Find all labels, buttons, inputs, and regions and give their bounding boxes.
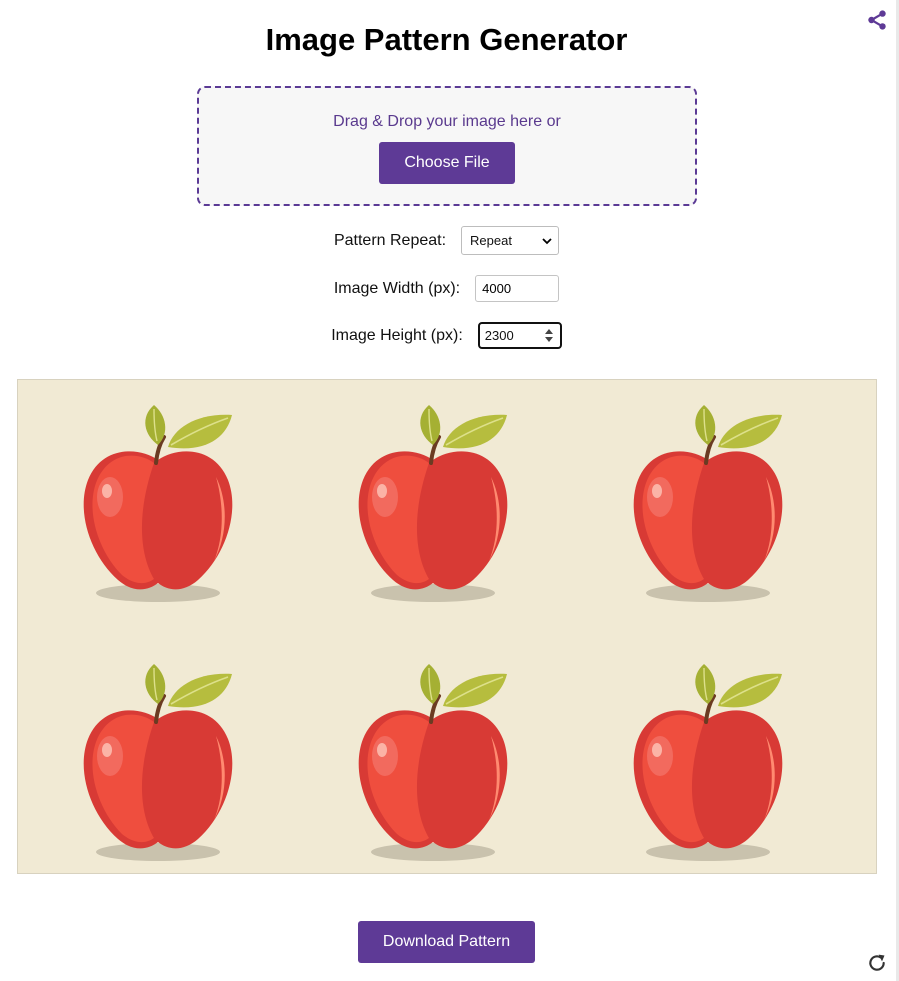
apple-icon: [356, 664, 510, 863]
apple-icon: [81, 405, 235, 604]
image-width-row: Image Width (px):: [0, 275, 893, 302]
pattern-repeat-select[interactable]: Repeat: [461, 226, 560, 255]
image-height-input[interactable]: 2300: [477, 322, 562, 349]
page: Image Pattern Generator Drag & Drop your…: [0, 0, 899, 981]
refresh-icon[interactable]: [867, 953, 887, 973]
choose-file-button[interactable]: Choose File: [379, 142, 515, 184]
pattern-repeat-value: Repeat: [470, 233, 512, 248]
download-pattern-button[interactable]: Download Pattern: [358, 921, 535, 963]
image-width-input[interactable]: [475, 275, 560, 302]
image-width-label: Image Width (px):: [333, 279, 461, 297]
apple-icon: [81, 664, 235, 863]
apple-icon: [631, 405, 785, 604]
page-title: Image Pattern Generator: [265, 22, 628, 57]
pattern-preview: [17, 379, 877, 874]
spinner-arrows-icon[interactable]: [544, 329, 553, 342]
drop-zone[interactable]: Drag & Drop your image here or Choose Fi…: [197, 86, 697, 206]
image-height-label: Image Height (px):: [331, 326, 463, 344]
pattern-repeat-row: Pattern Repeat: Repeat: [0, 226, 893, 255]
image-height-row: Image Height (px): 2300: [0, 322, 893, 349]
drop-zone-text: Drag & Drop your image here or: [333, 113, 561, 130]
chevron-down-icon: [542, 238, 552, 245]
apple-icon: [631, 664, 785, 863]
pattern-repeat-label: Pattern Repeat:: [333, 231, 447, 249]
apple-icon: [356, 405, 510, 604]
image-height-value: 2300: [484, 328, 514, 343]
